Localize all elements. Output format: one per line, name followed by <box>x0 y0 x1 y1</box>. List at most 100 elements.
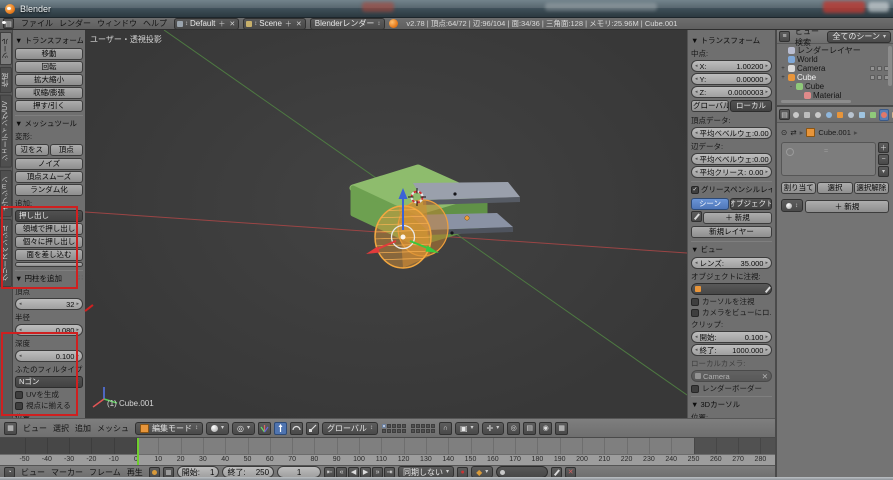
timeline-menu-2[interactable]: フレーム <box>86 468 124 477</box>
view3d-menu-1[interactable]: 選択 <box>50 424 72 433</box>
layer-cell[interactable] <box>397 429 401 433</box>
delete-scene-button[interactable]: ✕ <box>295 20 303 28</box>
increment-icon[interactable]: ▸ <box>771 156 772 162</box>
transform-button-1[interactable]: 回転 <box>15 61 83 73</box>
decrement-icon[interactable]: ◂ <box>19 301 22 307</box>
timeline-menu-3[interactable]: 再生 <box>124 468 146 477</box>
next-key-button[interactable]: » <box>372 467 383 478</box>
editor-type-button[interactable]: ◔ <box>4 467 15 478</box>
cylinder-check-row-1[interactable]: 視点に揃える <box>15 401 83 410</box>
outliner-item-camera[interactable]: +Camera <box>777 64 893 73</box>
add-button-1[interactable]: 個々に押し出し <box>15 236 83 248</box>
delete-keyframe-button[interactable]: ✕ <box>565 467 576 478</box>
snap-magnet-toggle[interactable]: ∩ <box>439 422 452 435</box>
median-field-0[interactable]: ◂X:1.00200▸ <box>691 60 772 72</box>
clip-field-1[interactable]: ◂終了:1000.000▸ <box>691 344 772 356</box>
local-toggle[interactable]: ローカル <box>730 100 772 112</box>
edge-field-1[interactable]: ◂平均クリース:0.00▸ <box>691 166 772 178</box>
layer-cell[interactable] <box>431 429 435 433</box>
occlude-geometry-button[interactable]: ▤ <box>523 422 536 435</box>
orientation-select[interactable]: グローバル ↕ <box>322 422 378 435</box>
browse-context-icon[interactable]: ⇄ <box>790 128 796 137</box>
layer-cell[interactable] <box>426 424 430 428</box>
close-icon[interactable]: ✕ <box>762 372 768 381</box>
decrement-icon[interactable]: ◂ <box>19 353 22 359</box>
active-keying-set-field[interactable] <box>496 466 548 477</box>
panel-header-transform[interactable]: ▼ トランスフォーム <box>15 35 83 46</box>
deform-pair-button-0[interactable]: 辺をス <box>15 144 49 156</box>
add-slot-button[interactable]: ＋ <box>878 142 889 153</box>
sync-select[interactable]: 同期しない ▾ <box>398 466 454 477</box>
outliner-item-material[interactable]: Material <box>777 91 893 100</box>
auto-keyframe-toggle[interactable]: ● <box>457 467 468 478</box>
deform-button-1[interactable]: 頂点スムーズ <box>15 171 83 183</box>
outliner-item-world[interactable]: World <box>777 55 893 64</box>
median-field-1[interactable]: ◂Y:0.00000▸ <box>691 73 772 85</box>
shelf-tab-0[interactable]: ツール <box>0 32 12 65</box>
new-layer-button[interactable]: 新規レイヤー <box>691 226 772 238</box>
add-scene-button[interactable]: ＋ <box>284 19 293 29</box>
slot-button-0[interactable]: 割り当て <box>781 182 816 194</box>
cylinder-field-1[interactable]: ◂0.080▸ <box>15 324 83 336</box>
render-layers-tab[interactable] <box>802 109 812 121</box>
outliner-scope-select[interactable]: 全てのシーン ▾ <box>827 31 891 43</box>
editor-type-button[interactable]: ▦ <box>4 422 17 435</box>
outliner-item-cube[interactable]: -Cube <box>777 82 893 91</box>
local-camera-field[interactable]: Camera ✕ <box>691 370 772 382</box>
increment-icon[interactable]: ▸ <box>76 301 79 307</box>
translate-manipulator-button[interactable] <box>274 422 287 435</box>
layer-cell[interactable] <box>402 429 406 433</box>
rotate-manipulator-button[interactable] <box>290 422 303 435</box>
topbar-menu-0[interactable]: ファイル <box>18 19 56 28</box>
prev-key-button[interactable]: « <box>336 467 347 478</box>
grease-pencil-icon[interactable] <box>691 211 702 222</box>
layer-cell[interactable] <box>387 424 391 428</box>
checkbox[interactable] <box>691 298 699 306</box>
layer-cell[interactable] <box>411 429 415 433</box>
increment-icon[interactable]: ▸ <box>765 334 768 340</box>
add-layout-button[interactable]: ＋ <box>217 19 226 29</box>
layer-cell[interactable] <box>387 429 391 433</box>
scale-manipulator-button[interactable] <box>306 422 319 435</box>
lock-camera-row[interactable]: カメラをビューにロ.. <box>691 308 772 317</box>
lens-field-0[interactable]: ◂レンズ:35.000▸ <box>691 257 772 269</box>
checkbox[interactable] <box>15 402 23 410</box>
preview-range-toggle[interactable] <box>149 467 160 478</box>
snap-target-select[interactable]: ✛ ▾ <box>482 422 505 435</box>
checkbox[interactable] <box>15 391 23 399</box>
add-button-2[interactable]: 面を差し込む <box>15 249 83 261</box>
deform-button-2[interactable]: ランダム化 <box>15 184 83 196</box>
layers-grid-2[interactable] <box>411 424 435 433</box>
expander-icon[interactable]: - <box>788 84 794 90</box>
npanel-transform-header[interactable]: ▼ トランスフォーム <box>691 35 772 46</box>
decrement-icon[interactable]: ◂ <box>695 156 698 162</box>
visibility-eye-icon[interactable] <box>870 75 875 80</box>
edge-field-0[interactable]: ◂平均ベベルウェ:0.00▸ <box>691 153 772 165</box>
topbar-menu-2[interactable]: ウィンドウ <box>94 19 140 28</box>
pivot-select[interactable]: ◎ ▾ <box>232 422 255 435</box>
cap-fill-select[interactable]: Nゴン ↕ <box>15 376 83 388</box>
view3d-menu-0[interactable]: ビュー <box>20 424 50 433</box>
render-border-row[interactable]: レンダーボーダー <box>691 384 772 393</box>
decrement-icon[interactable]: ◂ <box>695 334 698 340</box>
transform-button-2[interactable]: 拡大縮小 <box>15 74 83 86</box>
slot-specials-button[interactable]: ▾ <box>878 166 889 177</box>
keying-set-select[interactable]: ◆▾ <box>471 466 493 477</box>
shelf-tab-1[interactable]: 作成 <box>0 67 12 93</box>
new-material-button[interactable]: ＋ 新規 <box>805 200 889 213</box>
grease-new-button[interactable]: ＋ 新規 <box>703 212 772 224</box>
visibility-eye-icon[interactable] <box>870 66 875 71</box>
world-tab[interactable] <box>824 109 834 121</box>
panel-header-meshtools[interactable]: ▼ メッシュツール <box>15 115 83 129</box>
expander-icon[interactable]: + <box>780 66 786 72</box>
increment-icon[interactable]: ▸ <box>765 89 768 95</box>
outliner-hscrollbar[interactable] <box>781 100 851 103</box>
object-tab[interactable] <box>835 109 845 121</box>
npanel-cursor-header[interactable]: ▼ 3Dカーソル <box>691 396 772 410</box>
decrement-icon[interactable]: ◂ <box>695 130 698 136</box>
outliner-menu-0[interactable]: ビュー <box>792 30 822 36</box>
topbar-menu-3[interactable]: ヘルプ <box>140 19 170 28</box>
layers-grid-1[interactable] <box>382 424 406 433</box>
layer-cell[interactable] <box>421 429 425 433</box>
layer-cell[interactable] <box>431 424 435 428</box>
